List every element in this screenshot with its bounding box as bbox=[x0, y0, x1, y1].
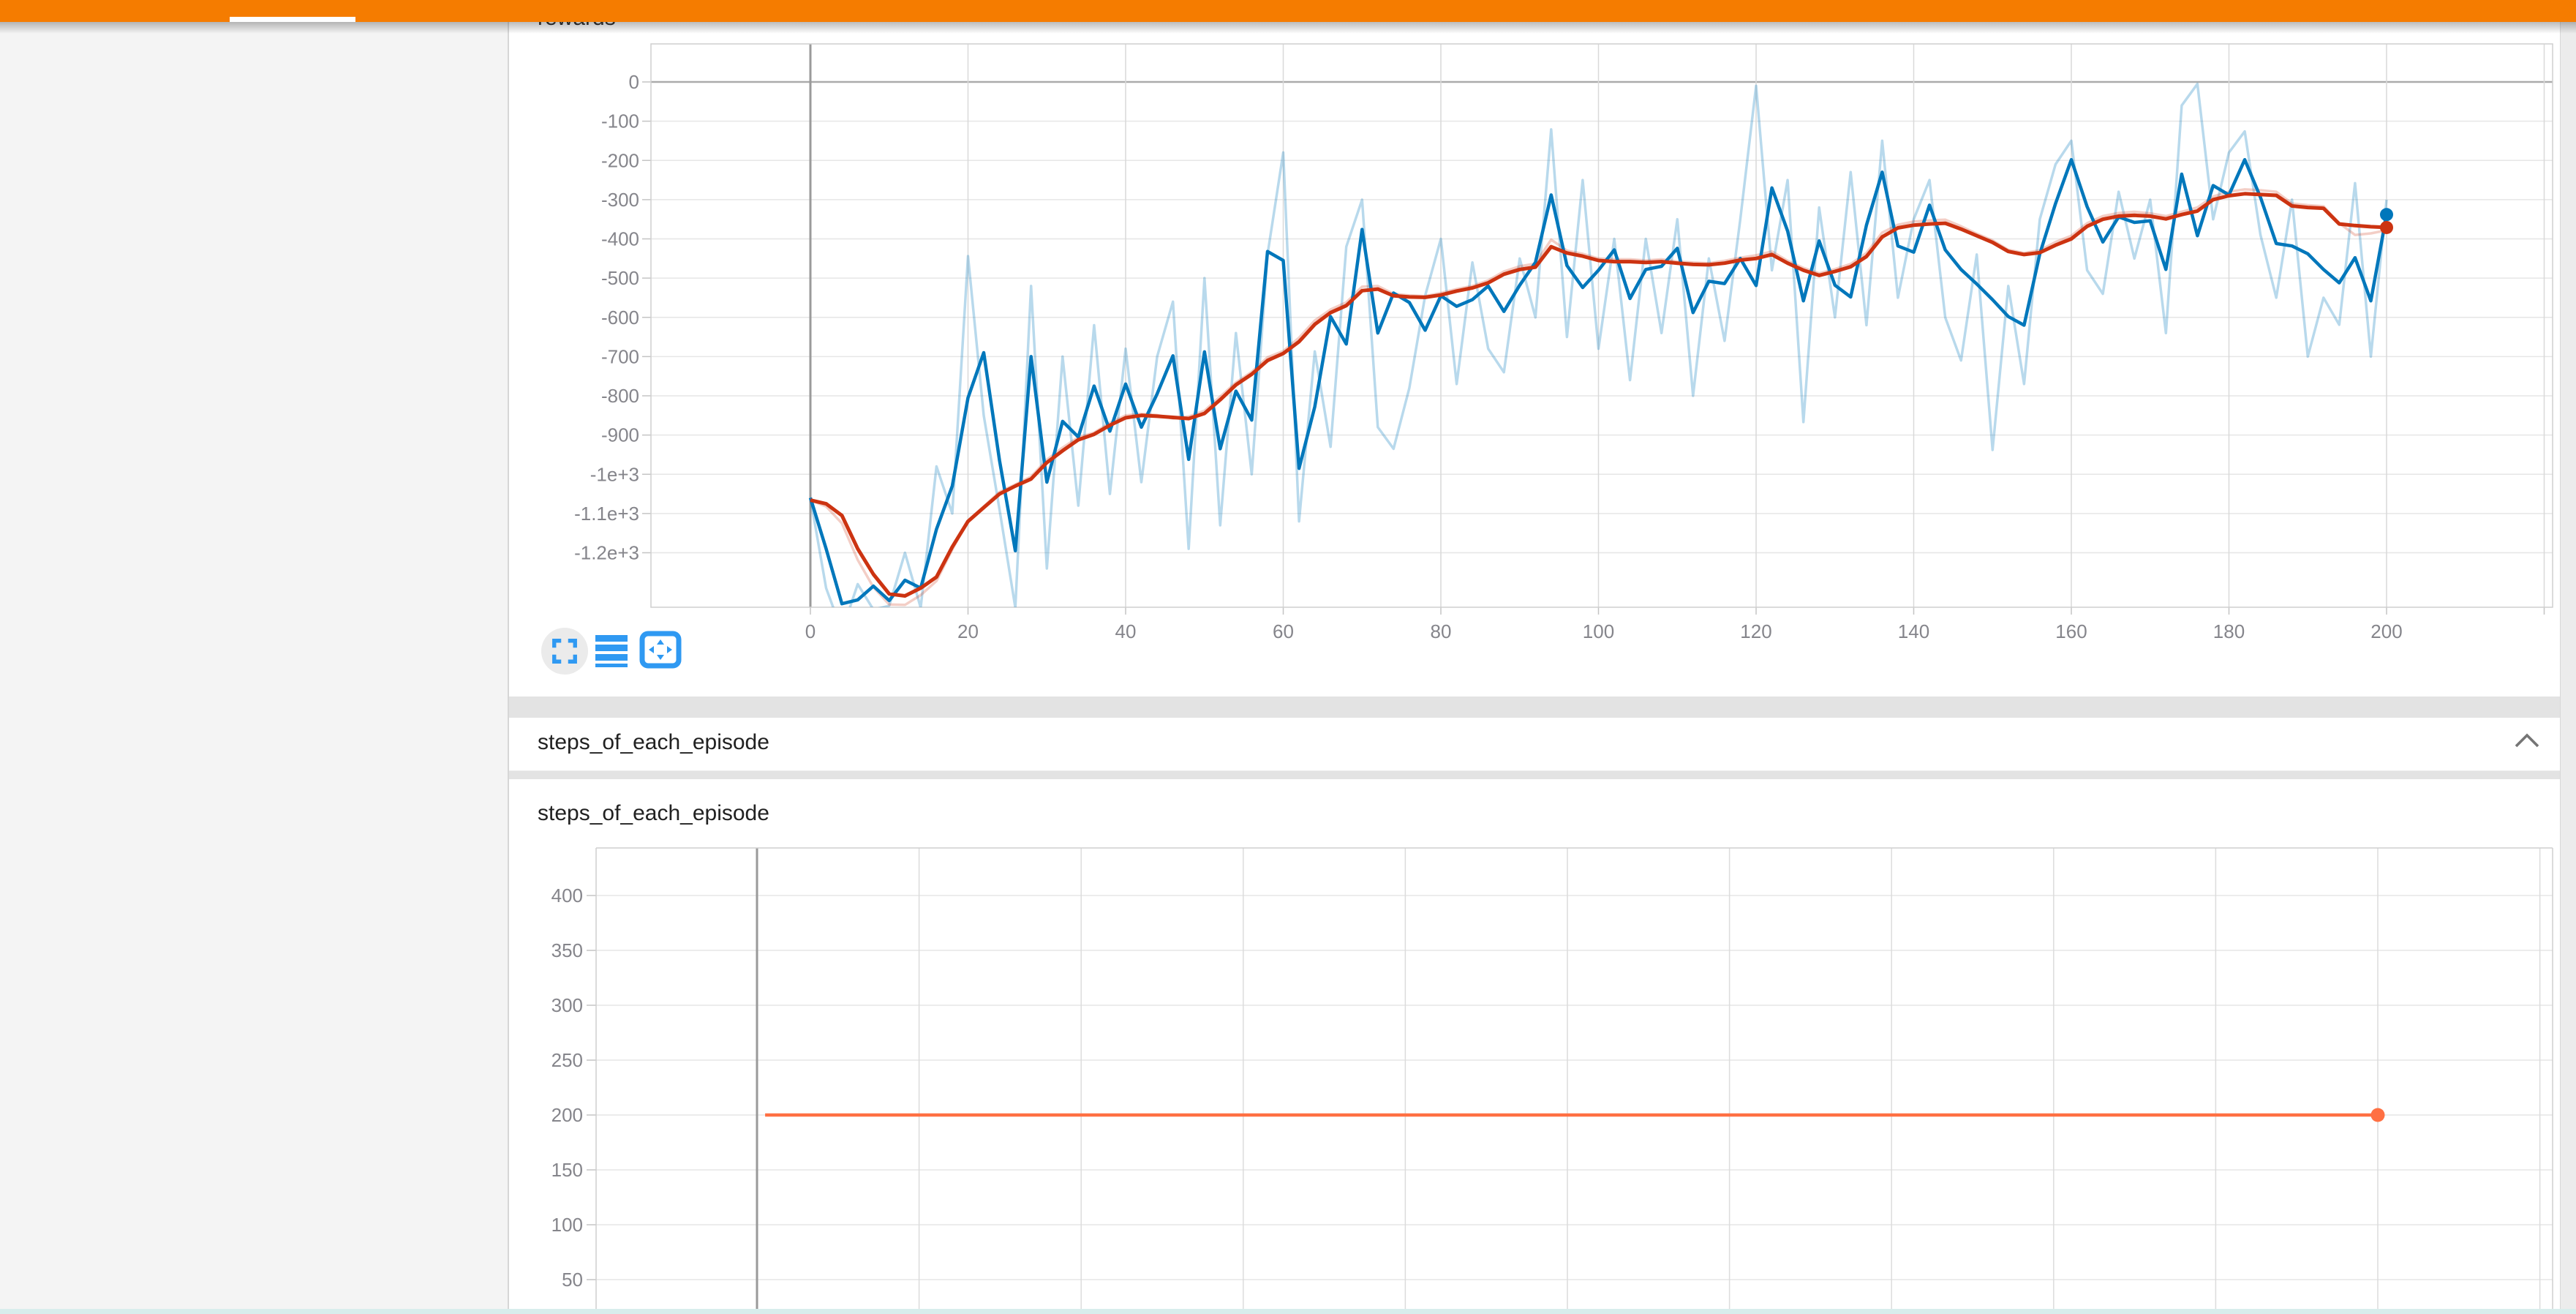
svg-text:350: 350 bbox=[551, 939, 583, 961]
chevron-up-icon[interactable] bbox=[2510, 730, 2544, 752]
svg-text:50: 50 bbox=[562, 1269, 583, 1291]
svg-text:-100: -100 bbox=[601, 110, 639, 132]
header-shadow bbox=[0, 22, 2576, 34]
svg-text:140: 140 bbox=[1898, 620, 1929, 642]
fit-domain-button[interactable] bbox=[639, 631, 682, 672]
svg-text:200: 200 bbox=[2370, 620, 2402, 642]
svg-text:-1.2e+3: -1.2e+3 bbox=[574, 542, 639, 564]
svg-text:250: 250 bbox=[551, 1049, 583, 1071]
bottom-edge-strip bbox=[0, 1309, 2576, 1314]
svg-text:300: 300 bbox=[551, 994, 583, 1016]
section-header-title: steps_of_each_episode bbox=[538, 730, 769, 755]
svg-text:-400: -400 bbox=[601, 228, 639, 250]
svg-text:-1.1e+3: -1.1e+3 bbox=[574, 503, 639, 525]
fit-domain-icon bbox=[639, 631, 682, 669]
svg-text:200: 200 bbox=[551, 1104, 583, 1126]
svg-text:20: 20 bbox=[957, 620, 979, 642]
svg-text:-600: -600 bbox=[601, 307, 639, 328]
svg-text:-800: -800 bbox=[601, 385, 639, 407]
rewards-chart[interactable]: 0 -100 -200 -300 -400 -500 -600 -700 -800 -900 -1e… bbox=[512, 26, 2567, 702]
section-gap bbox=[509, 770, 2560, 779]
expand-chart-button[interactable] bbox=[541, 628, 588, 675]
svg-text:-500: -500 bbox=[601, 267, 639, 289]
log-scale-icon bbox=[594, 631, 629, 672]
svg-text:80: 80 bbox=[1431, 620, 1452, 642]
expand-icon bbox=[551, 637, 579, 665]
svg-text:-1e+3: -1e+3 bbox=[590, 463, 639, 485]
active-tab-indicator bbox=[230, 17, 355, 22]
svg-text:-700: -700 bbox=[601, 345, 639, 367]
app-header-bar bbox=[0, 0, 2576, 22]
svg-text:60: 60 bbox=[1273, 620, 1294, 642]
svg-text:0: 0 bbox=[805, 620, 816, 642]
vertical-scrollbar[interactable] bbox=[2560, 22, 2576, 1314]
section-header-steps-of-each-episode[interactable] bbox=[509, 718, 2560, 771]
svg-text:400: 400 bbox=[551, 885, 583, 906]
svg-text:-300: -300 bbox=[601, 189, 639, 211]
svg-text:150: 150 bbox=[551, 1159, 583, 1181]
svg-text:100: 100 bbox=[1583, 620, 1614, 642]
svg-text:120: 120 bbox=[1740, 620, 1771, 642]
svg-text:160: 160 bbox=[2055, 620, 2087, 642]
svg-text:100: 100 bbox=[551, 1214, 583, 1236]
steps-chart[interactable]: 400 350 300 250 200 150 100 50 bbox=[512, 834, 2567, 1314]
settings-sidebar bbox=[0, 22, 509, 1314]
log-scale-button[interactable] bbox=[594, 631, 629, 675]
svg-text:180: 180 bbox=[2213, 620, 2245, 642]
svg-text:-200: -200 bbox=[601, 149, 639, 171]
steps-chart-title: steps_of_each_episode bbox=[538, 801, 769, 826]
svg-text:40: 40 bbox=[1115, 620, 1137, 642]
svg-text:0: 0 bbox=[629, 71, 639, 93]
svg-text:-900: -900 bbox=[601, 424, 639, 446]
